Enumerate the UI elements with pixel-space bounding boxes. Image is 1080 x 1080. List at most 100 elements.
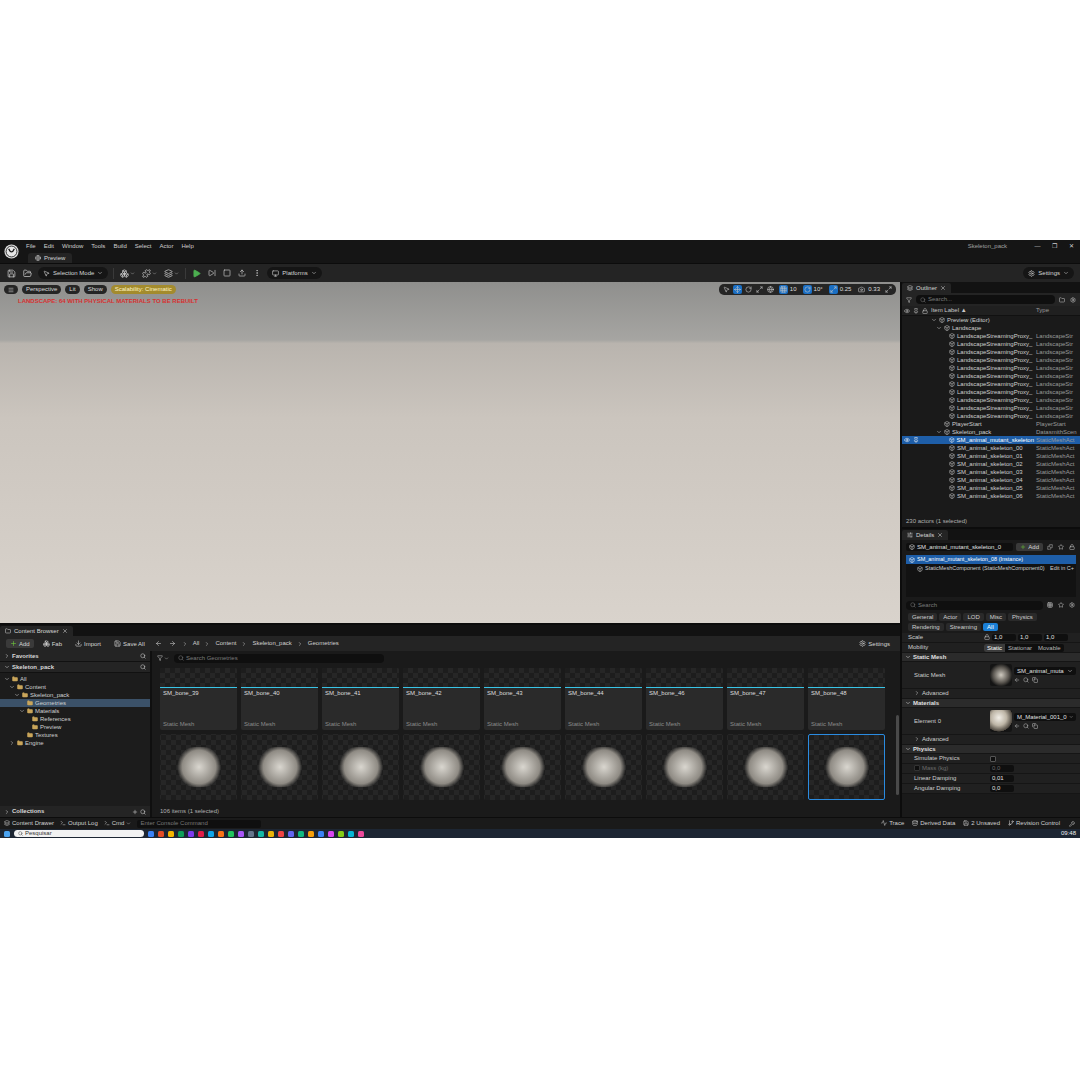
breadcrumb[interactable]: All bbox=[193, 640, 200, 647]
number-field[interactable]: 0,0 bbox=[990, 785, 1014, 792]
filter-tab[interactable]: Streaming bbox=[946, 623, 981, 631]
outliner-row[interactable]: LandscapeStreamingProxy_LandscapeStr bbox=[902, 332, 1080, 340]
stop-button[interactable] bbox=[222, 268, 232, 278]
snap-toggle[interactable] bbox=[803, 285, 812, 294]
outliner-row[interactable]: PlayerStartPlayerStart bbox=[902, 420, 1080, 428]
menu-item[interactable]: File bbox=[22, 243, 40, 250]
window-control[interactable]: ✕ bbox=[1063, 243, 1080, 250]
filter-tab[interactable]: All bbox=[983, 623, 998, 631]
outliner-row[interactable]: LandscapeStreamingProxy_LandscapeStr bbox=[902, 396, 1080, 404]
history-back-button[interactable] bbox=[154, 639, 163, 648]
lock-button[interactable] bbox=[1068, 543, 1076, 551]
asset-tile[interactable] bbox=[160, 734, 237, 800]
advanced-row[interactable]: Advanced bbox=[902, 735, 1080, 745]
settings-button[interactable]: Settings bbox=[1023, 267, 1074, 279]
asset-dropdown[interactable]: SM_animal_muta bbox=[1014, 667, 1076, 676]
asset-tile[interactable]: SM_bone_44Static Mesh bbox=[565, 668, 642, 730]
play-button[interactable] bbox=[191, 268, 202, 279]
scroll-thumb[interactable] bbox=[896, 715, 899, 795]
breadcrumb[interactable]: Geometries bbox=[308, 640, 339, 647]
menu-item[interactable]: Tools bbox=[87, 243, 109, 250]
app-icon[interactable] bbox=[238, 831, 244, 837]
browse-icon[interactable] bbox=[1023, 723, 1029, 729]
expand-arrow[interactable] bbox=[936, 429, 942, 435]
save-button[interactable] bbox=[6, 268, 17, 279]
expand-arrow[interactable] bbox=[936, 325, 942, 331]
transform-tool[interactable] bbox=[744, 285, 753, 294]
content-action-button[interactable]: Add bbox=[6, 639, 34, 648]
asset-tile[interactable]: SM_bone_41Static Mesh bbox=[322, 668, 399, 730]
menu-item[interactable]: Actor bbox=[155, 243, 177, 250]
window-control[interactable]: — bbox=[1029, 243, 1046, 250]
mobility-option[interactable]: Movable bbox=[1035, 644, 1064, 652]
number-field[interactable]: 1,0 bbox=[992, 634, 1016, 641]
outliner-row[interactable]: SM_animal_skeleton_04StaticMeshAct bbox=[902, 476, 1080, 484]
folder-row[interactable]: Geometries bbox=[0, 699, 150, 707]
outliner-row[interactable]: SM_animal_skeleton_02StaticMeshAct bbox=[902, 460, 1080, 468]
component-row[interactable]: SM_animal_mutant_skeleton_08 (Instance) bbox=[906, 555, 1076, 564]
asset-tile[interactable]: SM_bone_47Static Mesh bbox=[727, 668, 804, 730]
actor-name-field[interactable]: SM_animal_mutant_skeleton_0 bbox=[906, 543, 1013, 552]
number-field[interactable]: 1,0 bbox=[1018, 634, 1042, 641]
status-button[interactable]: Trace bbox=[881, 820, 904, 827]
transform-tool[interactable] bbox=[733, 285, 742, 294]
app-icon[interactable] bbox=[348, 831, 354, 837]
level-tab[interactable]: Preview bbox=[28, 253, 72, 263]
viewport-button[interactable]: Show bbox=[84, 285, 107, 294]
expand-arrow[interactable] bbox=[9, 740, 15, 746]
outliner-row[interactable]: LandscapeStreamingProxy_LandscapeStr bbox=[902, 356, 1080, 364]
filter-tab[interactable]: Rendering bbox=[908, 623, 944, 631]
app-icon[interactable] bbox=[288, 831, 294, 837]
content-action-button[interactable]: Save All bbox=[110, 639, 149, 648]
asset-tile[interactable] bbox=[808, 734, 885, 800]
column-type[interactable]: Type bbox=[1034, 307, 1080, 314]
visibility-cell[interactable] bbox=[902, 437, 911, 443]
cinematics-button[interactable] bbox=[163, 268, 180, 279]
tools-button[interactable] bbox=[1068, 820, 1076, 828]
app-icon[interactable] bbox=[298, 831, 304, 837]
copy-icon[interactable] bbox=[1032, 677, 1038, 683]
transform-tool[interactable] bbox=[755, 285, 764, 294]
asset-tile[interactable] bbox=[565, 734, 642, 800]
outliner-row[interactable]: Skeleton_packDatasmithScen bbox=[902, 428, 1080, 436]
add-component-button[interactable]: Add bbox=[1016, 543, 1043, 551]
outliner-settings-button[interactable] bbox=[1069, 296, 1077, 304]
snap-setting[interactable]: 10 bbox=[777, 285, 799, 294]
root-header[interactable]: Skeleton_pack bbox=[0, 662, 150, 673]
pin-cell[interactable] bbox=[911, 437, 920, 443]
asset-tile[interactable]: SM_bone_43Static Mesh bbox=[484, 668, 561, 730]
open-button[interactable] bbox=[22, 268, 33, 279]
snap-setting[interactable]: 0.33 bbox=[855, 285, 882, 294]
expand-arrow[interactable] bbox=[9, 684, 15, 690]
app-icon[interactable] bbox=[338, 831, 344, 837]
checkbox[interactable] bbox=[990, 756, 996, 762]
app-icon[interactable] bbox=[168, 831, 174, 837]
grid-view-button[interactable] bbox=[1046, 601, 1054, 609]
new-folder-button[interactable] bbox=[1058, 296, 1066, 304]
section-header[interactable]: Static Mesh bbox=[902, 653, 1080, 662]
platforms-button[interactable]: Platforms bbox=[267, 267, 321, 279]
blueprint-button[interactable] bbox=[1046, 543, 1054, 551]
component-action[interactable]: Edit in C+ bbox=[1047, 565, 1074, 571]
collections-header[interactable]: Collections bbox=[0, 806, 150, 817]
app-icon[interactable] bbox=[358, 831, 364, 837]
folder-row[interactable]: Preview bbox=[0, 723, 150, 731]
outliner-row[interactable]: LandscapeStreamingProxy_LandscapeStr bbox=[902, 340, 1080, 348]
asset-tile[interactable] bbox=[241, 734, 318, 800]
app-icon[interactable] bbox=[308, 831, 314, 837]
app-icon[interactable] bbox=[318, 831, 324, 837]
asset-tile[interactable]: SM_bone_40Static Mesh bbox=[241, 668, 318, 730]
snap-toggle[interactable] bbox=[779, 285, 788, 294]
menu-item[interactable]: Select bbox=[131, 243, 156, 250]
status-button[interactable]: Revision Control bbox=[1008, 820, 1060, 827]
favorites-button[interactable] bbox=[1057, 601, 1065, 609]
status-button[interactable]: Derived Data bbox=[912, 820, 955, 827]
mobility-option[interactable]: Static bbox=[984, 644, 1005, 652]
component-row[interactable]: StaticMeshComponent (StaticMeshComponent… bbox=[906, 564, 1076, 573]
outliner-row[interactable]: LandscapeStreamingProxy_LandscapeStr bbox=[902, 404, 1080, 412]
asset-search[interactable]: Search Geometries bbox=[174, 654, 384, 663]
scrollbar[interactable] bbox=[895, 665, 900, 805]
details-settings-button[interactable] bbox=[1068, 601, 1076, 609]
folder-row[interactable]: References bbox=[0, 715, 150, 723]
app-icon[interactable] bbox=[278, 831, 284, 837]
